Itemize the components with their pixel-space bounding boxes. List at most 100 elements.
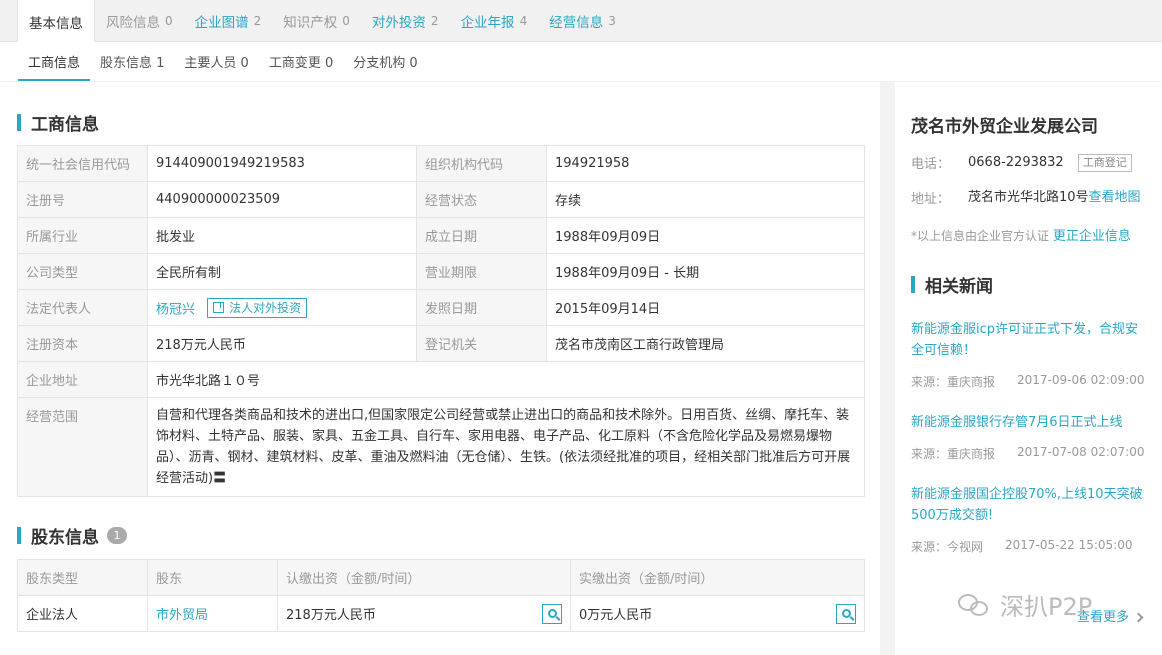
column-header: 股东类型 <box>17 559 148 596</box>
note-text: *以上信息由企业官方认证 <box>911 229 1050 243</box>
tab-label: 企业图谱 <box>194 14 249 31</box>
news-source: 来源：重庆商报 <box>911 375 996 389</box>
tab-label: 风险信息 <box>106 14 160 31</box>
tab-count: 0 <box>342 13 350 28</box>
company-name: 茂名市外贸企业发展公司 <box>911 117 1098 137</box>
tab-count: 4 <box>519 13 528 28</box>
phone-source-tag: 工商登记 <box>1077 153 1132 172</box>
news-source: 来源：重庆商报 <box>911 447 996 461</box>
section-title-shareholders: 股东信息 1 <box>17 523 127 548</box>
chevron-right-icon <box>1133 612 1144 623</box>
tab-label: 经营信息 <box>549 14 604 31</box>
news-title-link[interactable]: 新能源金服国企控股70%,上线10天突破500万成交额! <box>911 484 1146 526</box>
tab-risk-info[interactable]: 风险信息 0 <box>95 0 184 41</box>
field-label: 发照日期 <box>416 289 547 326</box>
field-label: 成立日期 <box>416 217 547 254</box>
table-row: 所属行业 批发业 成立日期 1988年09月09日 <box>17 217 865 254</box>
table-row: 企业法人 市外贸局 218万元人民币 0万元人民币 <box>17 595 865 632</box>
column-header: 认缴出资（金额/时间） <box>277 559 571 596</box>
column-header: 实缴出资（金额/时间） <box>570 559 865 596</box>
news-date: 2017-05-22 15:05:00 <box>1005 538 1133 552</box>
field-label: 经营状态 <box>416 181 547 218</box>
news-title-link[interactable]: 新能源金服银行存管7月6日正式上线 <box>911 412 1146 433</box>
status-value: 存续 <box>546 181 865 218</box>
news-meta: 来源：重庆商报 2017-09-06 02:09:00 <box>911 373 1146 390</box>
tab-intellectual-property[interactable]: 知识产权 0 <box>272 0 361 41</box>
capital-value: 218万元人民币 <box>147 325 417 362</box>
issue-date-value: 2015年09月14日 <box>546 289 865 326</box>
subtab-branches[interactable]: 分支机构 0 <box>343 42 427 81</box>
tab-label: 基本信息 <box>29 15 83 32</box>
legal-rep-link[interactable]: 杨冠兴 <box>156 302 195 317</box>
download-icon <box>213 302 225 313</box>
shareholder-name-cell: 市外贸局 <box>147 595 278 632</box>
phone-value: 0668-2293832 <box>968 155 1064 170</box>
reg-no-value: 440900000023509 <box>147 181 417 218</box>
field-label: 所属行业 <box>17 217 148 254</box>
tab-count: 0 <box>165 13 173 28</box>
paid-capital-cell: 0万元人民币 <box>570 595 865 632</box>
industry-value: 批发业 <box>147 217 417 254</box>
view-map-link[interactable]: 查看地图 <box>1089 190 1141 205</box>
field-label: 法定代表人 <box>17 289 148 326</box>
news-item: 新能源金服icp许可证正式下发，合规安全可信赖！ 来源：重庆商报 2017-09… <box>911 319 1146 390</box>
certification-note: *以上信息由企业官方认证 更正企业信息 <box>911 225 1146 244</box>
tab-annual-report[interactable]: 企业年报 4 <box>450 0 539 41</box>
company-type-value: 全民所有制 <box>147 253 417 290</box>
business-scope-value: 自营和代理各类商品和技术的进出口,但国家限定公司经营或禁止进出口的商品和技术除外… <box>147 397 865 497</box>
subtab-shareholders[interactable]: 股东信息 1 <box>90 42 174 81</box>
legal-rep-cell: 杨冠兴 法人对外投资 <box>147 289 417 326</box>
org-code-value: 194921958 <box>546 145 865 182</box>
sub-tab-bar: 工商信息 股东信息 1 主要人员 0 工商变更 0 分支机构 0 <box>0 42 1162 82</box>
credit-code-value: 914409001949219583 <box>147 145 417 182</box>
shareholders-table: 股东类型 股东 认缴出资（金额/时间） 实缴出资（金额/时间） 企业法人 市外贸… <box>17 559 865 632</box>
field-label: 组织机构代码 <box>416 145 547 182</box>
tab-enterprise-graph[interactable]: 企业图谱 2 <box>184 0 273 41</box>
phone-label: 电话： <box>911 157 951 172</box>
news-title-link[interactable]: 新能源金服icp许可证正式下发，合规安全可信赖！ <box>911 319 1146 361</box>
tab-basic-info[interactable]: 基本信息 <box>17 0 95 43</box>
news-source: 来源：今视网 <box>911 540 984 554</box>
founded-value: 1988年09月09日 <box>546 217 865 254</box>
column-header: 股东 <box>147 559 278 596</box>
legal-rep-investment-button[interactable]: 法人对外投资 <box>207 297 308 318</box>
shareholder-name-link[interactable]: 市外贸局 <box>156 608 208 623</box>
subtab-business-changes[interactable]: 工商变更 0 <box>259 42 343 81</box>
field-label: 公司类型 <box>17 253 148 290</box>
correct-info-link[interactable]: 更正企业信息 <box>1053 229 1131 244</box>
subtab-business-info[interactable]: 工商信息 <box>18 42 91 81</box>
field-label: 登记机关 <box>416 325 547 362</box>
subscribed-capital-value: 218万元人民币 <box>286 607 376 623</box>
count-badge: 1 <box>107 527 127 544</box>
news-item: 新能源金服银行存管7月6日正式上线 来源：重庆商报 2017-07-08 02:… <box>911 412 1146 462</box>
subtab-key-personnel[interactable]: 主要人员 0 <box>174 42 258 81</box>
table-row: 企业地址 市光华北路１０号 <box>17 361 865 398</box>
section-title-text: 股东信息 <box>31 528 99 548</box>
address-value: 市光华北路１０号 <box>147 361 865 398</box>
tab-external-investment[interactable]: 对外投资 2 <box>361 0 450 41</box>
paid-capital-value: 0万元人民币 <box>579 607 653 623</box>
top-tab-bar: 基本信息 风险信息 0 企业图谱 2 知识产权 0 对外投资 2 企业年报 4 经营信息 3 <box>0 0 1162 43</box>
section-accent-bar <box>17 114 21 131</box>
tab-count: 2 <box>253 13 262 28</box>
tab-label: 企业年报 <box>460 14 515 31</box>
tab-count: 3 <box>608 13 616 28</box>
address-value: 茂名市光华北路10号 <box>968 190 1089 205</box>
address-value-wrap: 茂名市光华北路10号查看地图 <box>968 188 1141 207</box>
watermark: 深扒P2P <box>958 587 1092 622</box>
table-row: 注册号 440900000023509 经营状态 存续 <box>17 181 865 218</box>
field-label: 企业地址 <box>17 361 148 398</box>
watermark-text: 深扒P2P <box>1000 593 1093 621</box>
section-title-business-info: 工商信息 <box>17 110 99 135</box>
shareholder-type: 企业法人 <box>17 595 148 632</box>
table-row: 法定代表人 杨冠兴 法人对外投资 发照日期 2015年09月14日 <box>17 289 865 326</box>
wechat-logo-icon <box>958 590 992 620</box>
subscribed-detail-button[interactable] <box>542 603 562 624</box>
table-row: 统一社会信用代码 914409001949219583 组织机构代码 19492… <box>17 145 865 182</box>
company-sidebar: 茂名市外贸企业发展公司 电话： 0668-2293832 工商登记 地址： 茂名… <box>895 82 1162 655</box>
section-accent-bar <box>911 276 915 293</box>
paid-detail-button[interactable] <box>836 603 856 624</box>
search-icon <box>547 609 557 618</box>
news-meta: 来源：重庆商报 2017-07-08 02:07:00 <box>911 445 1146 462</box>
tab-operating-info[interactable]: 经营信息 3 <box>538 0 627 41</box>
